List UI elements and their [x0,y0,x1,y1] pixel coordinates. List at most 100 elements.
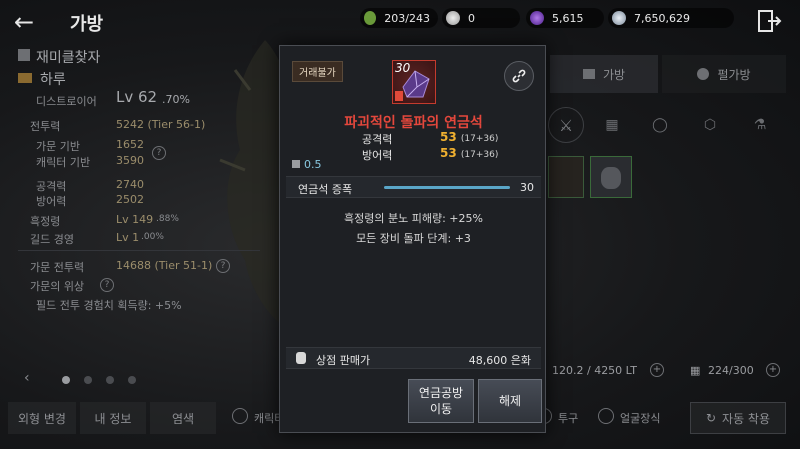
badge-icon [18,49,30,61]
game-screen: ← 가방 203/243 0 5,615 7,650,629 재미클찾자 하루 … [0,0,800,449]
link-icon [512,69,526,83]
attack-label: 공격력 [36,180,67,193]
black-spirit-label: 흑정령 [30,215,61,228]
help-icon[interactable]: ? [152,146,166,160]
exit-door-icon[interactable] [756,8,782,34]
defense-stat-label: 방어력 [362,149,393,162]
untradeable-tag: 거래불가 [292,61,343,82]
pearl-icon [446,11,460,25]
crystal-counter: 5,615 [526,8,604,28]
pearl-bag-icon [697,68,710,80]
pearl-counter: 0 [442,8,520,28]
gem-filter-icon[interactable]: ⬡ [692,107,728,143]
weight-icon [292,160,300,168]
guild-exp-percent: .00% [141,232,164,242]
accessory-filter-icon[interactable]: ◯ [642,107,678,143]
guild-exp-label: 길드 경영 [30,233,74,246]
silver-counter: 7,650,629 [608,8,734,28]
slot-count-icon: ▦ [690,364,701,377]
weapon-filter-icon[interactable]: ⚔ [548,107,584,143]
defense-stat-value: 53 (17+36) [440,146,499,160]
prev-page-icon[interactable]: ‹ [24,370,30,386]
growth-label: 연금석 증폭 [298,183,353,196]
sell-price-row: 상점 판매가 48,600 은화 [286,347,541,369]
lock-icon [395,91,403,101]
refresh-icon: ↻ [705,411,717,425]
class-name: 디스트로이어 [36,95,97,108]
defense-label: 방어력 [36,195,67,208]
inventory-slot[interactable] [548,156,584,198]
enhance-level: 30 [395,61,411,75]
attack-stat-label: 공격력 [362,133,393,146]
auto-equip-button[interactable]: ↻ 자동 착용 [690,402,786,434]
stamina-counter: 203/243 [360,8,438,28]
bag-weight: 120.2 / 4250 LT [552,364,638,377]
appearance-change-button[interactable]: 외형 변경 [8,402,76,434]
tab-pearl-bag[interactable]: 펄가방 [662,55,786,93]
top-bar: ← 가방 203/243 0 5,615 7,650,629 [0,0,800,44]
dye-button[interactable]: 염색 [150,402,216,434]
page-dot[interactable] [128,376,136,384]
effect-line-2: 모든 장비 돌파 단계: +3 [356,232,471,245]
item-name: 파괴적인 돌파의 연금석 [344,115,483,131]
base-char-label: 캐릭터 기반 [36,156,91,169]
bag-slots: 224/300 [708,364,754,377]
item-slot: 30 [392,60,436,104]
base-family-label: 가문 기반 [36,140,80,153]
family-cp-value: 14688 (Tier 51-1) [116,259,213,272]
my-info-button[interactable]: 내 정보 [80,402,146,434]
page-dot[interactable] [84,376,92,384]
family-cp-label: 가문 전투력 [30,261,85,274]
alchemy-workshop-button[interactable]: 연금공방 이동 [408,379,474,423]
sell-price-label: 상점 판매가 [316,354,371,367]
armor-filter-icon[interactable]: ▦ [594,107,630,143]
attack-value: 2740 [116,178,144,191]
guild-name: 하루 [40,72,66,88]
energy-icon [364,11,377,25]
checkbox-icon[interactable] [232,408,248,424]
back-arrow-icon[interactable]: ← [14,10,44,34]
combat-power-label: 전투력 [30,120,61,133]
character-name: 재미클찾자 [36,50,101,66]
inventory-slot[interactable] [590,156,632,198]
combat-power-value: 5242 (Tier 56-1) [116,118,206,131]
base-char-value: 3590 [116,154,144,167]
link-button[interactable] [504,61,534,91]
defense-value: 2502 [116,193,144,206]
level-percent: .70% [162,93,190,106]
black-spirit-level: Lv 149 [116,213,154,226]
item-detail-popup: 거래불가 30 파괴적인 돌파의 연금석 공격력 53 (17+36) 방어력 … [279,45,546,433]
growth-progress-bar [384,186,510,189]
add-weight-icon[interactable]: + [650,363,664,377]
silver-icon [612,11,626,25]
base-family-value: 1652 [116,138,144,151]
money-bag-icon [296,352,306,364]
help-icon[interactable]: ? [216,259,230,273]
help-icon[interactable]: ? [100,278,114,292]
divider [18,250,260,251]
crystal-icon [530,11,544,25]
growth-row: 연금석 증폭 30 [286,176,541,198]
show-face-accessory-label: 얼굴장식 [620,412,661,425]
character-level: Lv 62 [116,88,158,106]
potion-filter-icon[interactable]: ⚗ [742,107,778,143]
page-title: 가방 [70,14,104,35]
page-dot-active[interactable] [62,376,70,384]
add-slot-icon[interactable]: + [766,363,780,377]
bag-icon [582,69,595,79]
tab-bag[interactable]: 가방 [550,55,658,93]
sell-price-value: 48,600 은화 [468,354,531,367]
item-icon [601,167,621,189]
growth-value: 30 [520,181,534,194]
family-prestige-label: 가문의 위상 [30,280,85,293]
show-helmet-label: 투구 [558,412,579,425]
guild-icon [18,73,32,83]
page-dot[interactable] [106,376,114,384]
attack-stat-value: 53 (17+36) [440,130,499,144]
release-button[interactable]: 해제 [478,379,542,423]
family-bonus-text: 필드 전투 경험치 획득량: +5% [36,299,182,312]
black-spirit-percent: .88% [156,214,179,224]
effect-line-1: 흑정령의 분노 피해량: +25% [344,212,483,225]
checkbox-icon[interactable] [598,408,614,424]
guild-exp-level: Lv 1 [116,231,140,244]
